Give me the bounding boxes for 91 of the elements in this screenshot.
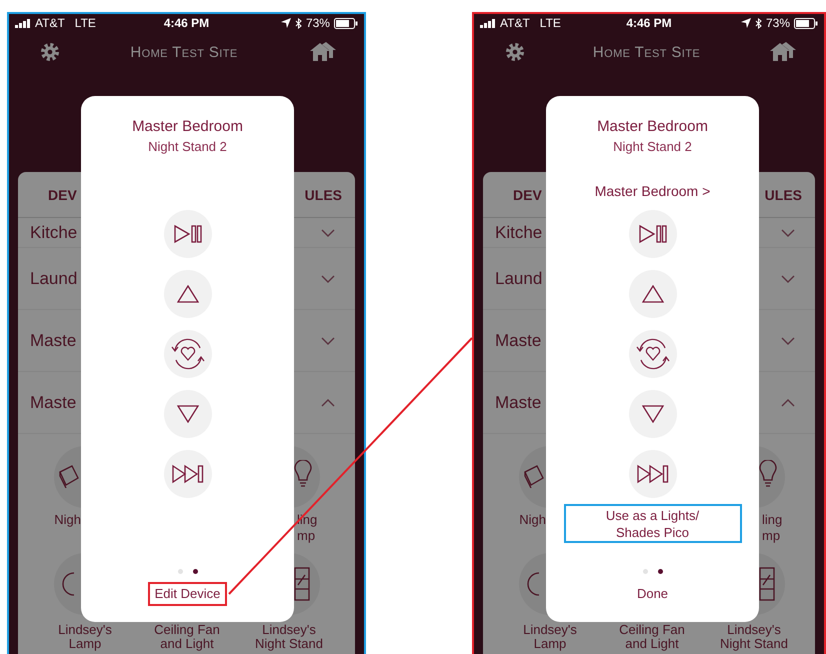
page-dot[interactable] [642, 569, 648, 574]
room-name[interactable]: Kitche [30, 222, 78, 242]
location-arrow-icon [740, 18, 751, 28]
status-time: 4:46 PM [625, 16, 673, 30]
chevron-down-icon[interactable] [321, 274, 335, 282]
room-name[interactable]: Laund [30, 268, 78, 288]
lightbulb-icon [759, 460, 777, 488]
triangle-down-icon [642, 405, 664, 423]
remote-button[interactable] [628, 270, 676, 318]
houses-icon[interactable] [308, 41, 336, 63]
battery-percent: 73% [766, 16, 790, 30]
room-name[interactable]: Maste [30, 392, 76, 412]
page-dot[interactable] [192, 569, 198, 574]
houses-icon[interactable] [768, 41, 796, 63]
device-label: Ceiling Fan and Light [618, 623, 686, 651]
room-name[interactable]: Kitche [495, 222, 542, 242]
room-name[interactable]: Maste [30, 330, 76, 350]
book-icon [523, 464, 545, 488]
chevron-down-icon[interactable] [781, 336, 795, 344]
page-dot[interactable] [658, 569, 662, 574]
shade-icon [759, 567, 775, 601]
battery-icon [794, 18, 818, 28]
heart-arrows-icon [170, 338, 206, 370]
remote-button[interactable] [164, 270, 212, 318]
carrier-name: AT&T [500, 16, 530, 30]
lightbulb-icon [294, 460, 312, 488]
device-label: Nigh [518, 512, 547, 528]
skip-forward-icon [636, 464, 670, 484]
carrier-name: AT&T [35, 16, 65, 30]
remote-button[interactable] [164, 330, 212, 378]
remote-button[interactable] [628, 450, 676, 498]
remote-button[interactable] [628, 390, 676, 438]
battery-percent: 73% [306, 16, 330, 30]
triangle-down-icon [176, 405, 198, 423]
device-label: Lindsey's Night Stand [254, 623, 324, 651]
use-as-pico-button[interactable]: Use as a Lights/ Shades Pico [564, 504, 742, 543]
chevron-down-icon[interactable] [321, 336, 335, 344]
tab[interactable]: ULES [764, 186, 802, 202]
footer-button[interactable]: Done [630, 582, 676, 606]
book-icon [58, 464, 80, 488]
triangle-up-icon [176, 285, 198, 303]
dialog-title: Master Bedroom [132, 117, 243, 137]
room-link[interactable]: Master Bedroom > [594, 183, 710, 199]
status-time: 4:46 PM [162, 16, 210, 30]
room-name[interactable]: Laund [495, 268, 542, 288]
chevron-up-icon[interactable] [321, 398, 335, 406]
signal-icon [480, 18, 496, 28]
chevron-down-icon[interactable] [321, 228, 335, 236]
triangle-up-icon [642, 285, 664, 303]
site-title: Home Test Site [130, 44, 238, 60]
chevron-down-icon[interactable] [781, 228, 795, 236]
play-pause-icon [172, 224, 202, 244]
page-dot[interactable] [178, 569, 182, 574]
heart-arrows-icon [634, 338, 670, 370]
remote-button[interactable] [164, 450, 212, 498]
network-type: LTE [74, 16, 96, 30]
lamp-icon [62, 571, 76, 597]
tab[interactable]: DEV [48, 186, 77, 202]
room-name[interactable]: Maste [495, 330, 542, 350]
skip-forward-icon [170, 464, 204, 484]
play-pause-icon [638, 224, 668, 244]
dialog-subtitle: Night Stand 2 [148, 138, 227, 156]
bluetooth-icon [294, 18, 302, 28]
remote-button[interactable] [628, 330, 676, 378]
device-label: Nigh [53, 512, 82, 528]
tab[interactable]: DEV [513, 186, 542, 202]
shade-icon [294, 567, 310, 601]
bluetooth-icon [754, 18, 762, 28]
remote-button[interactable] [164, 390, 212, 438]
settings-icon[interactable] [40, 42, 60, 62]
signal-icon [15, 18, 31, 28]
site-title: Home Test Site [592, 44, 700, 60]
room-name[interactable]: Maste [495, 392, 542, 412]
remote-button[interactable] [628, 210, 676, 258]
dialog-subtitle: Night Stand 2 [613, 138, 692, 156]
tab[interactable]: ULES [304, 186, 342, 202]
chevron-down-icon[interactable] [781, 274, 795, 282]
battery-icon [334, 18, 358, 28]
device-label: ling mp [761, 512, 784, 544]
footer-button[interactable]: Edit Device [148, 582, 228, 606]
settings-icon[interactable] [505, 42, 525, 62]
location-arrow-icon [280, 18, 291, 28]
device-label: Lindsey's Lamp [522, 623, 578, 651]
device-label: Lindsey's Night Stand [719, 623, 789, 651]
device-label: Lindsey's Lamp [57, 623, 113, 651]
device-label: Ceiling Fan and Light [153, 623, 221, 651]
dialog-title: Master Bedroom [597, 117, 708, 137]
lamp-icon [527, 571, 541, 597]
chevron-up-icon[interactable] [781, 398, 795, 406]
remote-button[interactable] [164, 210, 212, 258]
network-type: LTE [540, 16, 561, 30]
